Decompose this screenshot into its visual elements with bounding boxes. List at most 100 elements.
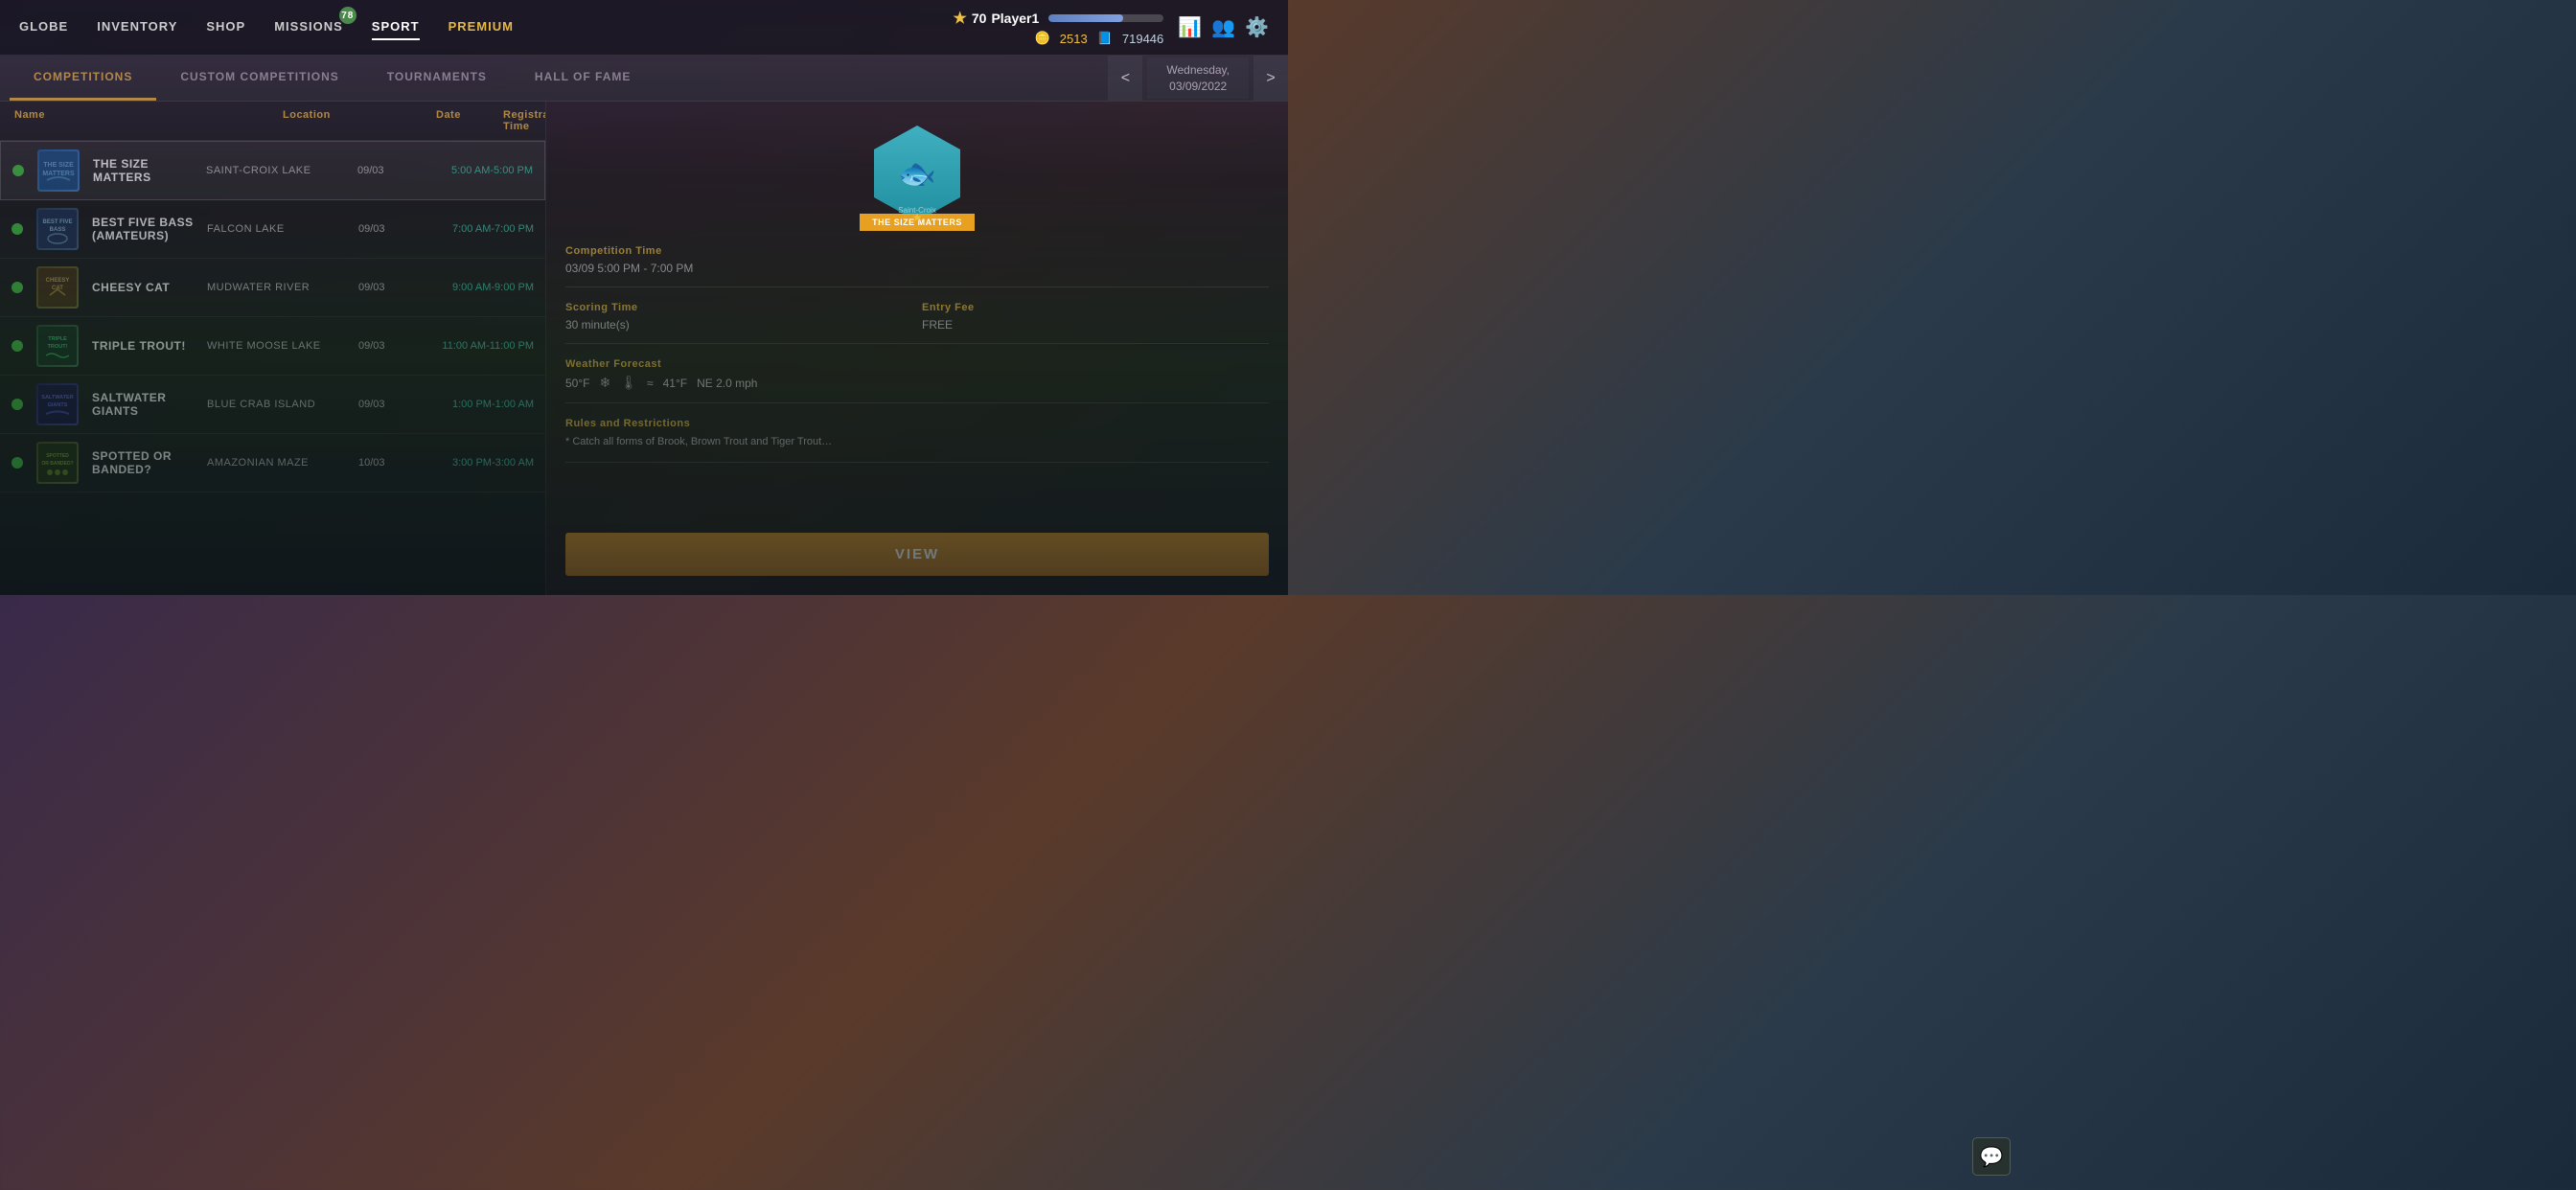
entry-fee-value: FREE xyxy=(922,318,1269,332)
fish-icon: 🐟 xyxy=(898,155,936,192)
svg-text:BASS: BASS xyxy=(50,227,66,233)
chat-button[interactable]: 💬 xyxy=(1972,1137,2011,1176)
list-header: Name Location Date Registration Time xyxy=(0,102,545,141)
top-navigation: GLOBE INVENTORY SHOP MISSIONS 78 SPORT P… xyxy=(0,0,1288,56)
competition-item[interactable]: THE SIZE MATTERS THE SIZE MATTERS SAINT-… xyxy=(0,141,545,200)
weather-label: Weather Forecast xyxy=(565,358,1269,370)
xp-progress-bar xyxy=(1048,14,1163,22)
status-dot xyxy=(12,457,23,469)
comp-time: 7:00 AM-7:00 PM xyxy=(419,223,534,235)
player-username: Player1 xyxy=(991,11,1039,26)
svg-text:SALTWATER: SALTWATER xyxy=(41,395,73,400)
nav-sport[interactable]: SPORT xyxy=(372,14,420,40)
entry-fee-label: Entry Fee xyxy=(922,302,1269,313)
competition-list: Name Location Date Registration Time THE… xyxy=(0,102,546,595)
col-reg-header: Registration Time xyxy=(503,109,546,132)
top-icons: 📊 👥 ⚙️ xyxy=(1178,15,1269,39)
scoring-time-label: Scoring Time xyxy=(565,302,912,313)
weather-wind-icon: ≈ xyxy=(647,377,654,390)
view-button[interactable]: VIEW xyxy=(565,533,1269,576)
nav-globe[interactable]: GLOBE xyxy=(19,14,68,40)
svg-text:GIANTS: GIANTS xyxy=(48,402,68,408)
comp-time: 1:00 PM-1:00 AM xyxy=(419,399,534,410)
competition-item[interactable]: SPOTTED OR BANDED? SPOTTED OR BANDED? AM… xyxy=(0,434,545,492)
comp-logo: SALTWATER GIANTS xyxy=(36,383,79,425)
comp-location: SAINT-CROIX LAKE xyxy=(206,165,350,176)
comp-time: 3:00 PM-3:00 AM xyxy=(419,457,534,469)
xp-progress-fill xyxy=(1048,14,1123,22)
comp-name: CHEESY CAT xyxy=(92,281,199,294)
comp-location: BLUE CRAB ISLAND xyxy=(207,399,351,410)
weather-section: Weather Forecast 50°F ❄ 🌡 ≈ 41°F NE 2.0 … xyxy=(565,358,1269,403)
comp-date: 09/03 xyxy=(358,340,411,352)
player-level: 70 xyxy=(972,11,987,26)
social-icon[interactable]: 👥 xyxy=(1211,15,1235,39)
settings-icon[interactable]: ⚙️ xyxy=(1245,15,1269,39)
svg-text:THE SIZE: THE SIZE xyxy=(43,162,74,169)
hex-star: ★ xyxy=(912,211,923,224)
comp-date: 09/03 xyxy=(357,165,410,176)
player-info: ★ 70 Player1 🪙 2513 📘 719446 xyxy=(954,9,1164,46)
svg-text:CAT: CAT xyxy=(52,286,63,291)
rules-section: Rules and Restrictions * Catch all forms… xyxy=(565,418,1269,463)
comp-time: 9:00 AM-9:00 PM xyxy=(419,282,534,293)
competition-item[interactable]: BEST FIVE BASS BEST FIVE BASS (AMATEURS)… xyxy=(0,200,545,259)
date-navigation: < Wednesday, 03/09/2022 > xyxy=(1108,56,1288,102)
comp-logo: CHEESY CAT xyxy=(36,266,79,309)
comp-name: SALTWATER GIANTS xyxy=(92,391,199,418)
weather-row: 50°F ❄ 🌡 ≈ 41°F NE 2.0 mph xyxy=(565,375,1269,391)
missions-badge: 78 xyxy=(339,7,356,24)
rules-label: Rules and Restrictions xyxy=(565,418,1269,429)
date-line2: 03/09/2022 xyxy=(1166,79,1230,95)
currency-row: 🪙 2513 📘 719446 xyxy=(1035,31,1164,46)
entry-fee-block: Entry Fee FREE xyxy=(922,302,1269,332)
nav-premium[interactable]: PREMIUM xyxy=(448,14,514,40)
scoring-time-value: 30 minute(s) xyxy=(565,318,912,332)
leaderboard-icon[interactable]: 📊 xyxy=(1178,15,1202,39)
main-content: Name Location Date Registration Time THE… xyxy=(0,102,1288,595)
competition-item[interactable]: TRIPLE TROUT! TRIPLE TROUT! WHITE MOOSE … xyxy=(0,317,545,376)
tab-navigation: COMPETITIONS CUSTOM COMPETITIONS TOURNAM… xyxy=(0,56,1288,102)
coins-value: 2513 xyxy=(1060,32,1088,46)
weather-wind-dir: NE 2.0 mph xyxy=(697,377,757,390)
col-location-header: Location xyxy=(283,109,436,132)
comp-logo: THE SIZE MATTERS xyxy=(37,149,80,192)
weather-temp2: 41°F xyxy=(663,377,687,390)
competition-item[interactable]: CHEESY CAT CHEESY CAT MUDWATER RIVER 09/… xyxy=(0,259,545,317)
comp-logo: BEST FIVE BASS xyxy=(36,208,79,250)
competition-time-value: 03/09 5:00 PM - 7:00 PM xyxy=(565,262,1269,275)
tab-tournaments[interactable]: TOURNAMENTS xyxy=(363,56,511,101)
snow-icon: ❄ xyxy=(599,375,610,391)
top-right-area: ★ 70 Player1 🪙 2513 📘 719446 📊 👥 ⚙️ xyxy=(954,9,1269,46)
nav-inventory[interactable]: INVENTORY xyxy=(97,14,177,40)
date-display: Wednesday, 03/09/2022 xyxy=(1147,57,1249,100)
nav-missions[interactable]: MISSIONS 78 xyxy=(274,14,343,40)
comp-location: AMAZONIAN MAZE xyxy=(207,457,351,469)
hex-badge: 🐟 THE SIZE MATTERS Saint-Croix ★ xyxy=(869,121,965,226)
status-dot xyxy=(12,282,23,293)
nav-shop[interactable]: SHOP xyxy=(206,14,245,40)
tab-custom-competitions[interactable]: CUSTOM COMPETITIONS xyxy=(156,56,362,101)
comp-location: WHITE MOOSE LAKE xyxy=(207,340,351,352)
date-next-button[interactable]: > xyxy=(1254,56,1288,102)
competition-time-section: Competition Time 03/09 5:00 PM - 7:00 PM xyxy=(565,245,1269,287)
competition-item[interactable]: SALTWATER GIANTS SALTWATER GIANTS BLUE C… xyxy=(0,376,545,434)
thermometer-icon: 🌡 xyxy=(620,375,637,391)
svg-text:CHEESY: CHEESY xyxy=(46,278,70,284)
scoring-block: Scoring Time 30 minute(s) xyxy=(565,302,912,332)
comp-date: 09/03 xyxy=(358,223,411,235)
competition-time-label: Competition Time xyxy=(565,245,1269,257)
svg-text:SPOTTED: SPOTTED xyxy=(46,453,69,459)
status-dot xyxy=(12,399,23,410)
tab-competitions[interactable]: COMPETITIONS xyxy=(10,56,156,101)
status-dot xyxy=(12,223,23,235)
player-name-row: ★ 70 Player1 xyxy=(954,9,1164,28)
comp-date: 10/03 xyxy=(358,457,411,469)
svg-text:BEST FIVE: BEST FIVE xyxy=(42,219,72,225)
coins-icon: 🪙 xyxy=(1035,31,1050,46)
svg-text:TROUT!: TROUT! xyxy=(48,344,68,350)
scoring-entry-section: Scoring Time 30 minute(s) Entry Fee FREE xyxy=(565,302,1269,344)
star-icon: ★ xyxy=(954,9,967,28)
date-prev-button[interactable]: < xyxy=(1108,56,1142,102)
tab-hall-of-fame[interactable]: HALL OF FAME xyxy=(511,56,655,101)
